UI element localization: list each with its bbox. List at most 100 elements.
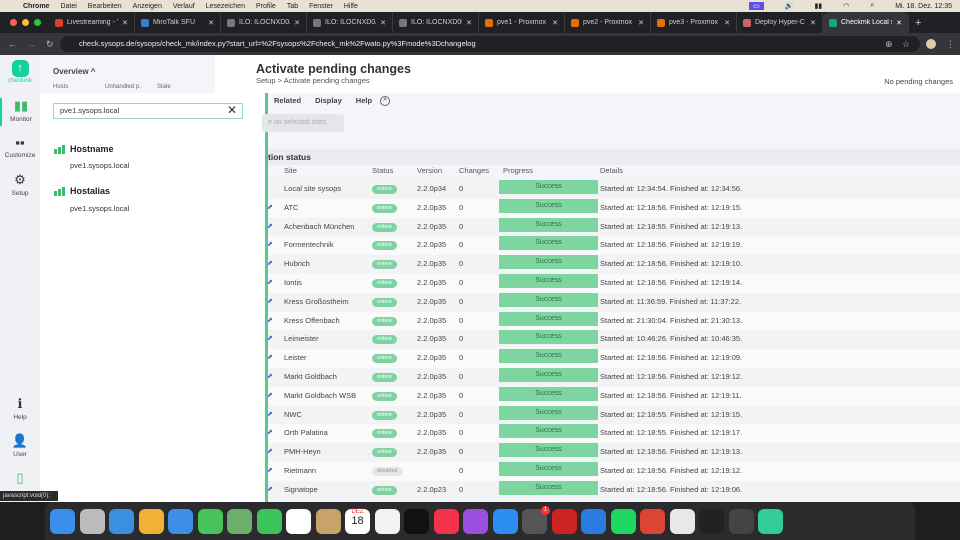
close-tab-icon[interactable]: ✕ bbox=[724, 19, 730, 27]
remote-site-link-icon[interactable]: ⬈ bbox=[267, 368, 273, 387]
menu-verlauf[interactable]: Verlauf bbox=[173, 3, 195, 10]
dock-app-icon[interactable] bbox=[640, 508, 665, 534]
back-icon[interactable]: ← bbox=[8, 39, 17, 49]
volume-icon[interactable]: 🔊 bbox=[785, 2, 794, 10]
nav-user[interactable]: 👤 User bbox=[0, 433, 40, 458]
chrome-menu-icon[interactable]: ⋮ bbox=[946, 39, 955, 50]
dock-app-icon[interactable] bbox=[433, 508, 459, 534]
nav-customize[interactable]: ▪▪ Customize bbox=[0, 135, 40, 159]
remote-site-link-icon[interactable]: ⬈ bbox=[267, 255, 273, 274]
remote-site-link-icon[interactable]: ⬈ bbox=[267, 293, 273, 312]
menu-display[interactable]: Display bbox=[315, 96, 342, 105]
nav-monitor[interactable]: ▮▮ Monitor bbox=[0, 98, 40, 126]
sidebar-toggle[interactable]: ▯ bbox=[0, 470, 40, 488]
remote-site-link-icon[interactable]: ⬈ bbox=[267, 274, 273, 293]
browser-tab[interactable]: ILO: ILOCNXD0J ✕ bbox=[221, 12, 307, 33]
dock-app-icon[interactable] bbox=[374, 508, 400, 534]
dock-app-icon[interactable] bbox=[610, 508, 636, 534]
breadcrumb[interactable]: Setup > Activate pending changes bbox=[256, 76, 370, 85]
remote-site-link-icon[interactable]: ⬈ bbox=[267, 387, 273, 406]
remote-site-link-icon[interactable]: ⬈ bbox=[267, 443, 273, 462]
remote-site-link-icon[interactable]: ⬈ bbox=[267, 406, 273, 425]
checkmk-logo[interactable]: ↑ checkmk bbox=[0, 60, 40, 84]
menu-datei[interactable]: Datei bbox=[60, 3, 76, 10]
search-icon[interactable]: ⌕ bbox=[870, 2, 874, 10]
menu-hilfe[interactable]: Hilfe bbox=[344, 3, 358, 10]
dock-app-icon[interactable] bbox=[168, 508, 193, 534]
close-tab-icon[interactable]: ✕ bbox=[208, 19, 214, 27]
dock-app-icon[interactable]: DEZ 18 bbox=[345, 508, 370, 534]
nav-help[interactable]: ℹ Help bbox=[0, 396, 40, 421]
dock-app-icon[interactable] bbox=[138, 508, 164, 534]
result-link[interactable]: pve1.sysops.local bbox=[70, 204, 129, 213]
profile-avatar[interactable] bbox=[926, 39, 936, 49]
dock-app-icon[interactable] bbox=[404, 508, 429, 534]
browser-tab[interactable]: pve1 - Proxmox V ✕ bbox=[479, 12, 565, 33]
menu-fenster[interactable]: Fenster bbox=[309, 3, 333, 10]
browser-tab[interactable]: ILO: ILOCNXD0I ✕ bbox=[393, 12, 479, 33]
close-tab-icon[interactable]: ✕ bbox=[122, 19, 128, 27]
close-tab-icon[interactable]: ✕ bbox=[466, 19, 472, 27]
browser-tab[interactable]: pve3 - Proxmox V ✕ bbox=[651, 12, 737, 33]
dock-app-icon[interactable] bbox=[227, 508, 252, 534]
remote-site-link-icon[interactable]: ⬈ bbox=[267, 349, 273, 368]
remote-site-link-icon[interactable]: ⬈ bbox=[267, 199, 273, 218]
dock-app-icon[interactable] bbox=[463, 508, 488, 534]
browser-tab[interactable]: Checkmk Local s ✕ bbox=[823, 12, 909, 33]
menu-help[interactable]: Help bbox=[356, 96, 372, 105]
activate-selected-button[interactable]: e on selected sites bbox=[262, 114, 344, 132]
remote-site-link-icon[interactable]: ⬈ bbox=[267, 218, 273, 237]
dock-app-icon[interactable] bbox=[286, 508, 311, 534]
dock-app-icon[interactable] bbox=[728, 508, 754, 534]
forward-icon[interactable]: → bbox=[27, 39, 36, 49]
collapse-icon[interactable]: ^ bbox=[380, 95, 391, 106]
battery-icon[interactable]: ▮▮ bbox=[814, 2, 822, 10]
browser-tab[interactable]: Livestreaming - Y ✕ bbox=[49, 12, 135, 33]
dock-app-icon[interactable] bbox=[758, 508, 783, 534]
close-tab-icon[interactable]: ✕ bbox=[810, 19, 816, 27]
close-tab-icon[interactable]: ✕ bbox=[638, 19, 644, 27]
remote-site-link-icon[interactable]: ⬈ bbox=[267, 312, 273, 331]
dock-app-icon[interactable] bbox=[492, 508, 518, 534]
dock-app-icon[interactable] bbox=[197, 508, 223, 534]
menu-chrome[interactable]: Chrome bbox=[23, 3, 49, 10]
dock-app-icon[interactable]: 1 bbox=[522, 505, 550, 534]
wifi-icon[interactable]: ◠ bbox=[843, 2, 849, 10]
browser-tab[interactable]: Deploy Hyper-C ✕ bbox=[737, 12, 823, 33]
menu-anzeigen[interactable]: Anzeigen bbox=[133, 3, 162, 10]
window-controls[interactable] bbox=[10, 19, 41, 26]
dock-app-icon[interactable] bbox=[109, 508, 134, 534]
menu-profile[interactable]: Profile bbox=[256, 3, 276, 10]
result-link[interactable]: pve1.sysops.local bbox=[70, 161, 129, 170]
menu-related[interactable]: Related bbox=[274, 96, 301, 105]
browser-tab[interactable]: pve2 - Proxmox V ✕ bbox=[565, 12, 651, 33]
close-tab-icon[interactable]: ✕ bbox=[896, 19, 902, 27]
reload-icon[interactable]: ↻ bbox=[46, 39, 54, 50]
close-tab-icon[interactable]: ✕ bbox=[380, 19, 386, 27]
nav-setup[interactable]: ⚙ Setup bbox=[0, 172, 40, 197]
menu-lesezeichen[interactable]: Lesezeichen bbox=[206, 3, 245, 10]
dock-app-icon[interactable] bbox=[315, 508, 341, 534]
close-tab-icon[interactable]: ✕ bbox=[294, 19, 300, 27]
overview-title[interactable]: Overview ^ bbox=[53, 67, 95, 76]
new-tab-button[interactable]: + bbox=[915, 17, 921, 29]
close-tab-icon[interactable]: ✕ bbox=[552, 19, 558, 27]
dock-app-icon[interactable] bbox=[551, 508, 577, 534]
clear-search-icon[interactable]: ✕ bbox=[227, 103, 237, 117]
dock-app-icon[interactable] bbox=[50, 508, 75, 534]
monitor-search-input[interactable]: pve1.sysops.local bbox=[53, 103, 243, 119]
remote-site-link-icon[interactable]: ⬈ bbox=[267, 462, 273, 481]
remote-site-link-icon[interactable]: ⬈ bbox=[267, 236, 273, 255]
browser-tab[interactable]: ILO: ILOCNXD0J ✕ bbox=[307, 12, 393, 33]
bookmark-star-icon[interactable]: ☆ bbox=[902, 39, 910, 50]
clock[interactable]: Mi. 18. Dez. 12:35 bbox=[895, 3, 952, 10]
browser-tab[interactable]: MiroTalk SFU ✕ bbox=[135, 12, 221, 33]
menu-bearbeiten[interactable]: Bearbeiten bbox=[88, 3, 122, 10]
url-input[interactable]: check.sysops.de/sysops/check_mk/index.py… bbox=[60, 36, 920, 52]
zoom-icon[interactable]: ⊕ bbox=[885, 39, 893, 50]
dock-app-icon[interactable] bbox=[79, 508, 105, 534]
dock-app-icon[interactable] bbox=[699, 508, 724, 534]
dock-app-icon[interactable] bbox=[256, 508, 282, 534]
remote-site-link-icon[interactable]: ⬈ bbox=[267, 481, 273, 500]
dock-app-icon[interactable] bbox=[669, 508, 695, 534]
